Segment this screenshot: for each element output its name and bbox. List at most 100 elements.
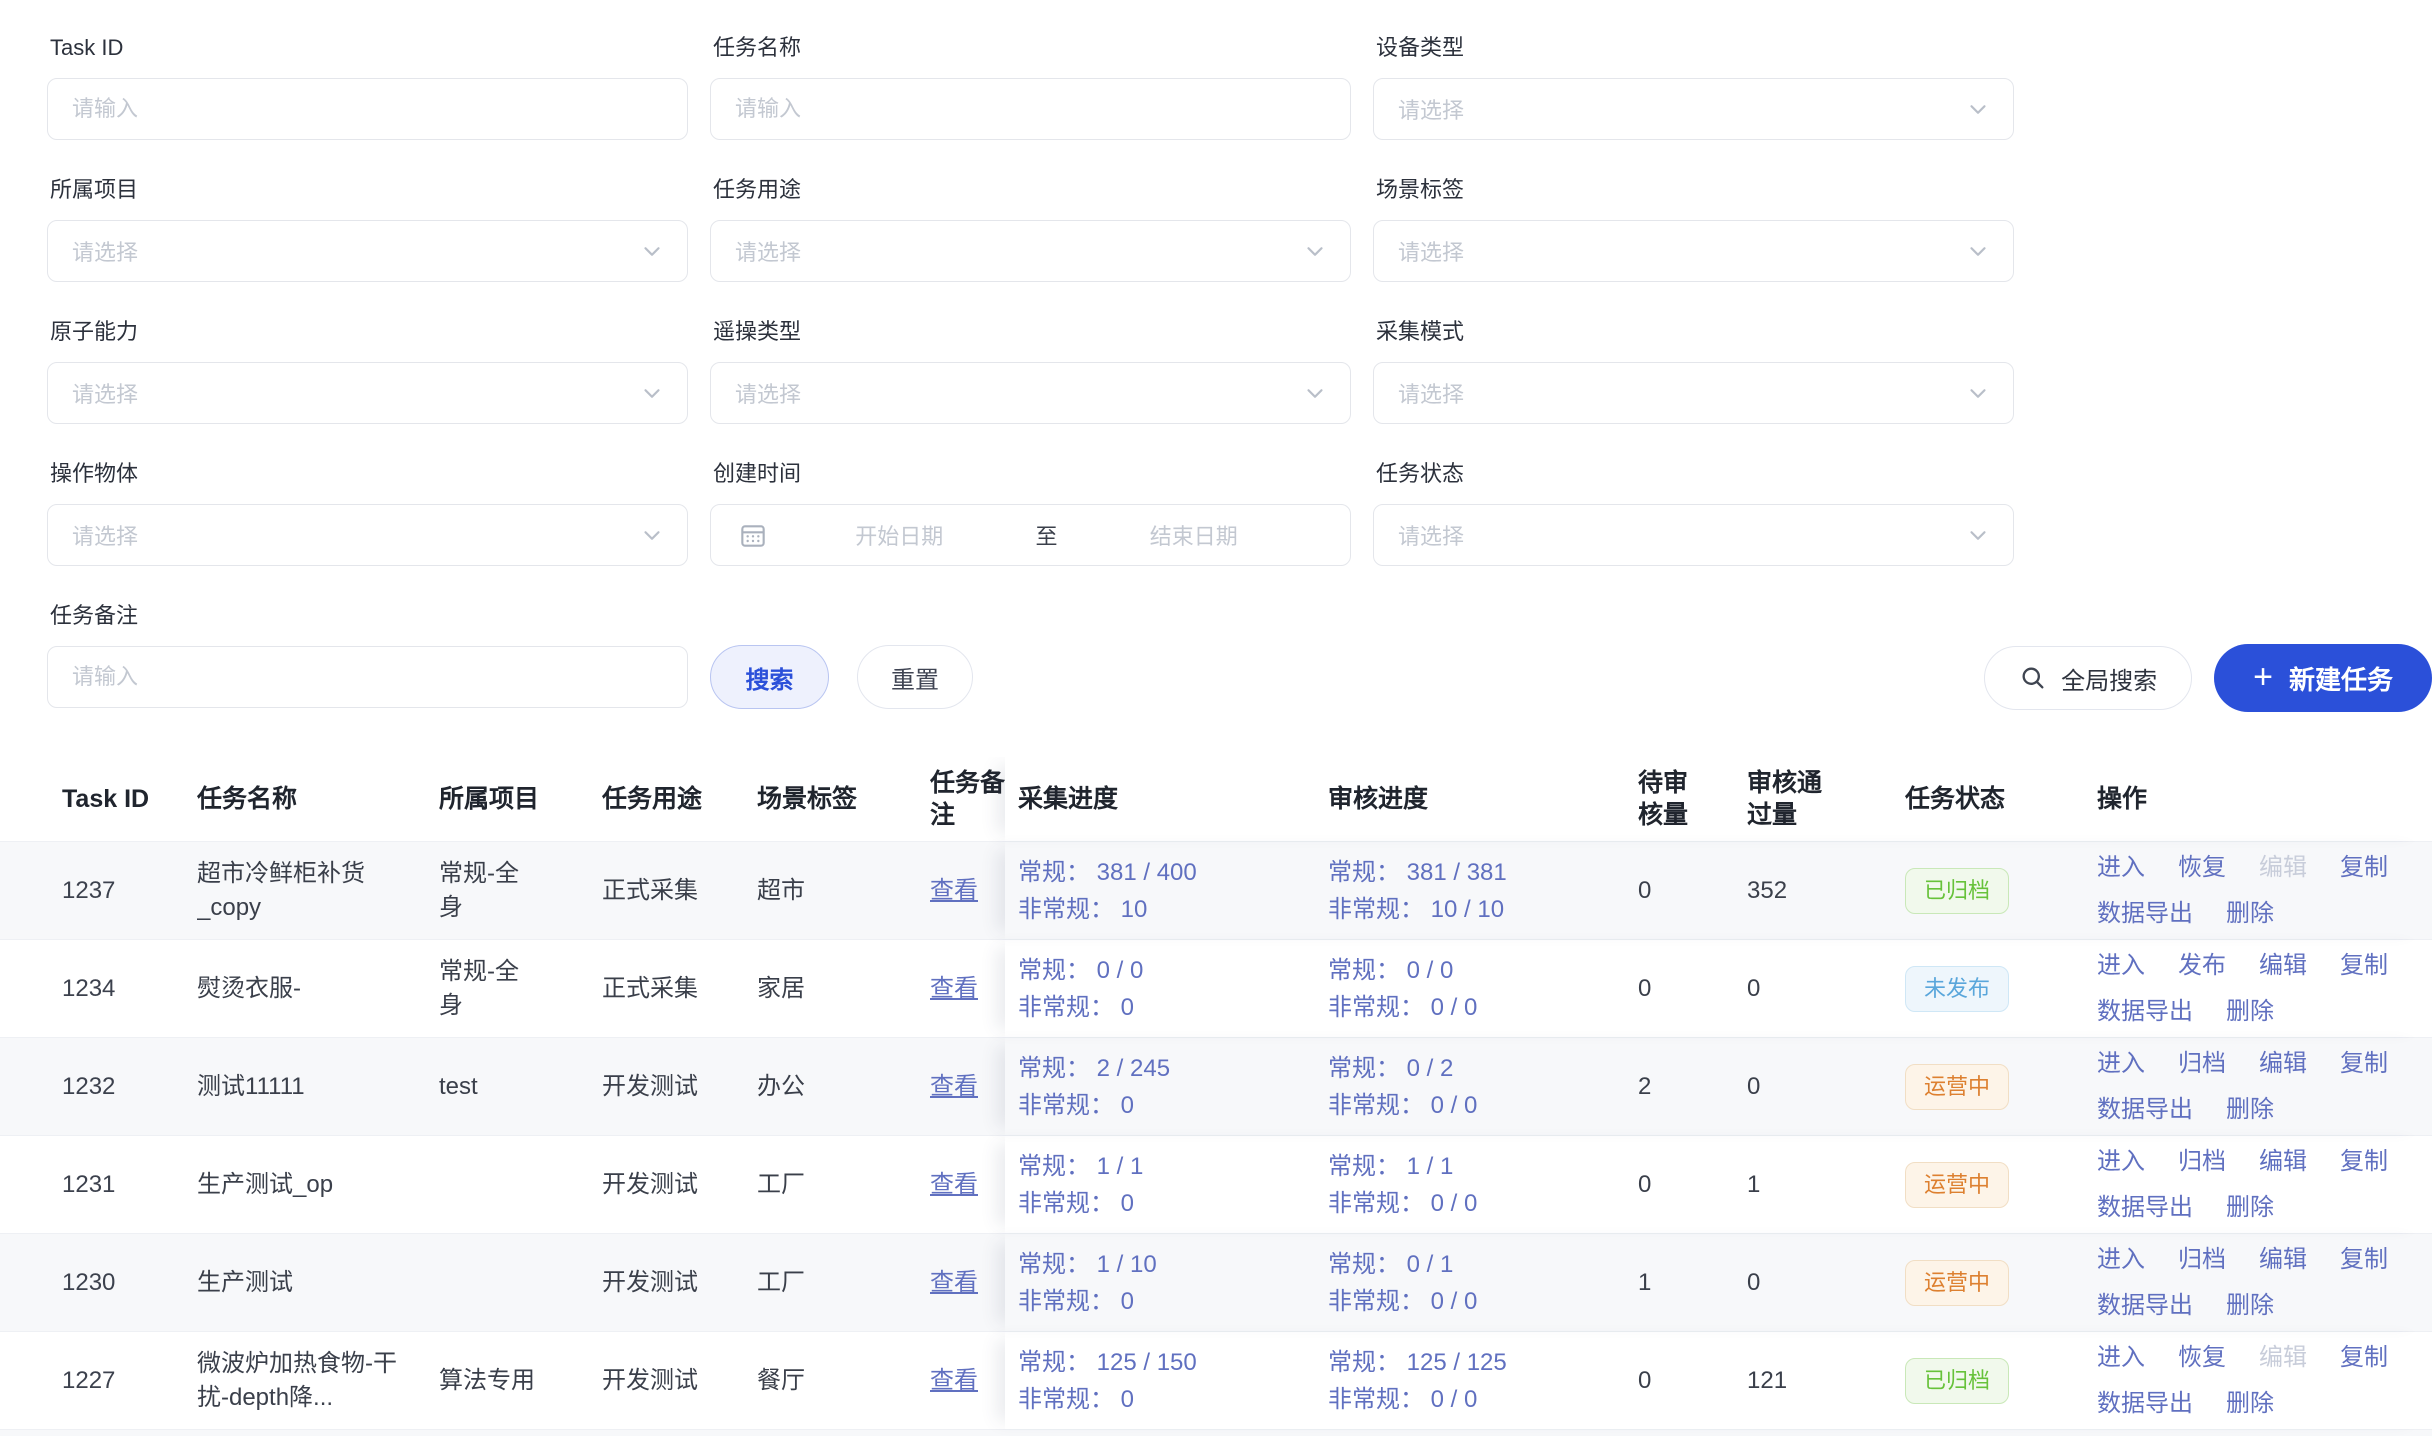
op-link[interactable]: 复制 bbox=[2340, 851, 2388, 885]
status-badge: 已归档 bbox=[1905, 868, 2009, 914]
project-select[interactable]: 请选择 bbox=[47, 220, 688, 282]
scene-cell: 超市 bbox=[757, 842, 930, 939]
status-cell: 已归档 bbox=[1905, 842, 2097, 939]
task-id-cell: 1230 bbox=[62, 1234, 197, 1331]
view-remark-link[interactable]: 查看 bbox=[930, 874, 978, 908]
project-text: test bbox=[439, 1070, 478, 1104]
view-remark-link[interactable]: 查看 bbox=[930, 1364, 978, 1398]
view-remark-link[interactable]: 查看 bbox=[930, 972, 978, 1006]
scene-tag-select[interactable]: 请选择 bbox=[1373, 220, 2014, 282]
review-cell: 常规： 1 / 1 非常规： 0 / 0 bbox=[1328, 1136, 1638, 1233]
op-link[interactable]: 进入 bbox=[2097, 1341, 2145, 1375]
review-cell: 常规： 0 / 1 非常规： 0 / 0 bbox=[1328, 1234, 1638, 1331]
op-disabled-link: 编辑 bbox=[2259, 851, 2307, 885]
status-cell: 运营中 bbox=[1905, 1136, 2097, 1233]
task-remark-input[interactable] bbox=[47, 646, 688, 708]
collect-progress: 常规： 381 / 400 非常规： 10 bbox=[1018, 854, 1197, 928]
ops-cell: 进入恢复编辑复制数据导出删除 bbox=[2097, 842, 2419, 939]
global-search-button[interactable]: 全局搜索 bbox=[1984, 646, 2192, 710]
review-progress: 常规： 125 / 125 非常规： 0 / 0 bbox=[1328, 1344, 1507, 1418]
task-id-input[interactable] bbox=[47, 78, 688, 140]
op-link[interactable]: 编辑 bbox=[2259, 1243, 2307, 1277]
status-badge: 已归档 bbox=[1905, 1358, 2009, 1404]
collect-mode-select[interactable]: 请选择 bbox=[1373, 362, 2014, 424]
global-search-label: 全局搜索 bbox=[2061, 661, 2157, 696]
project-cell: 常规-全身 bbox=[439, 842, 602, 939]
op-link[interactable]: 删除 bbox=[2226, 897, 2274, 931]
filter-grid: Task ID任务名称设备类型请选择所属项目请选择任务用途请选择场景标签请选择原… bbox=[47, 34, 2432, 566]
op-link[interactable]: 删除 bbox=[2226, 1093, 2274, 1127]
op-link[interactable]: 发布 bbox=[2178, 949, 2226, 983]
collect-progress: 常规： 1 / 10 非常规： 0 bbox=[1018, 1246, 1157, 1320]
op-link[interactable]: 进入 bbox=[2097, 851, 2145, 885]
op-link[interactable]: 数据导出 bbox=[2097, 1387, 2193, 1421]
filter-field-task-name: 任务名称 bbox=[710, 34, 1351, 140]
task-status-label: 任务状态 bbox=[1376, 460, 2014, 488]
status-badge: 运营中 bbox=[1905, 1260, 2009, 1306]
op-link[interactable]: 归档 bbox=[2178, 1145, 2226, 1179]
reset-button[interactable]: 重置 bbox=[857, 645, 973, 709]
filter-field-create-time: 创建时间开始日期至结束日期 bbox=[710, 460, 1351, 566]
teleop-type-select[interactable]: 请选择 bbox=[710, 362, 1351, 424]
op-link[interactable]: 归档 bbox=[2178, 1243, 2226, 1277]
remark-field-slot: 任务备注 bbox=[47, 602, 688, 708]
search-button[interactable]: 搜索 bbox=[710, 645, 829, 709]
op-link[interactable]: 进入 bbox=[2097, 1047, 2145, 1081]
col-header-approved: 审核通 过量 bbox=[1747, 757, 1905, 841]
op-link[interactable]: 数据导出 bbox=[2097, 1191, 2193, 1225]
status-badge: 运营中 bbox=[1905, 1162, 2009, 1208]
pending-count-cell: 0 bbox=[1638, 842, 1747, 939]
op-link[interactable]: 复制 bbox=[2340, 1145, 2388, 1179]
create-time-daterange[interactable]: 开始日期至结束日期 bbox=[710, 504, 1351, 566]
op-link[interactable]: 进入 bbox=[2097, 949, 2145, 983]
view-remark-link[interactable]: 查看 bbox=[930, 1266, 978, 1300]
op-link[interactable]: 数据导出 bbox=[2097, 897, 2193, 931]
filter-panel: Task ID任务名称设备类型请选择所属项目请选择任务用途请选择场景标签请选择原… bbox=[0, 0, 2432, 709]
project-label: 所属项目 bbox=[50, 176, 688, 204]
task-name-input[interactable] bbox=[710, 78, 1351, 140]
op-link[interactable]: 复制 bbox=[2340, 1243, 2388, 1277]
pending-count-cell: 0 bbox=[1638, 940, 1747, 1037]
create-task-button[interactable]: + 新建任务 bbox=[2214, 644, 2432, 712]
review-cell: 常规： 381 / 381 非常规： 10 / 10 bbox=[1328, 842, 1638, 939]
col-header-remark: 任务备注 bbox=[930, 757, 1005, 841]
atomic-ability-select[interactable]: 请选择 bbox=[47, 362, 688, 424]
device-type-placeholder: 请选择 bbox=[1398, 93, 1464, 125]
op-link[interactable]: 归档 bbox=[2178, 1047, 2226, 1081]
review-progress: 常规： 0 / 2 非常规： 0 / 0 bbox=[1328, 1050, 1477, 1124]
op-link[interactable]: 复制 bbox=[2340, 1341, 2388, 1375]
create-time-separator: 至 bbox=[1030, 519, 1064, 551]
op-link[interactable]: 删除 bbox=[2226, 1191, 2274, 1225]
remark-cell: 查看 bbox=[930, 1038, 1005, 1135]
device-type-select[interactable]: 请选择 bbox=[1373, 78, 2014, 140]
op-link[interactable]: 编辑 bbox=[2259, 1145, 2307, 1179]
op-link[interactable]: 编辑 bbox=[2259, 1047, 2307, 1081]
task-name-text: 生产测试_op bbox=[197, 1168, 333, 1202]
task-status-select[interactable]: 请选择 bbox=[1373, 504, 2014, 566]
view-remark-link[interactable]: 查看 bbox=[930, 1070, 978, 1104]
view-remark-link[interactable]: 查看 bbox=[930, 1168, 978, 1202]
op-link[interactable]: 数据导出 bbox=[2097, 1093, 2193, 1127]
operate-object-placeholder: 请选择 bbox=[72, 519, 138, 551]
create-task-label: 新建任务 bbox=[2289, 660, 2393, 697]
row-left: 1227微波炉加热食物-干扰-depth降...算法专用开发测试餐厅查看 bbox=[0, 1332, 1005, 1429]
op-link[interactable]: 恢复 bbox=[2178, 851, 2226, 885]
project-cell bbox=[439, 1234, 602, 1331]
op-link[interactable]: 复制 bbox=[2340, 1047, 2388, 1081]
op-link[interactable]: 复制 bbox=[2340, 949, 2388, 983]
filter-field-device-type: 设备类型请选择 bbox=[1373, 34, 2014, 140]
op-link[interactable]: 恢复 bbox=[2178, 1341, 2226, 1375]
op-link[interactable]: 删除 bbox=[2226, 1387, 2274, 1421]
op-link[interactable]: 数据导出 bbox=[2097, 1289, 2193, 1323]
col-header-ops: 操作 bbox=[2097, 757, 2419, 841]
op-link[interactable]: 数据导出 bbox=[2097, 995, 2193, 1029]
op-link[interactable]: 进入 bbox=[2097, 1145, 2145, 1179]
op-link[interactable]: 编辑 bbox=[2259, 949, 2307, 983]
op-link[interactable]: 删除 bbox=[2226, 1289, 2274, 1323]
task-name-text: 生产测试 bbox=[197, 1266, 293, 1300]
operate-object-select[interactable]: 请选择 bbox=[47, 504, 688, 566]
op-link[interactable]: 删除 bbox=[2226, 995, 2274, 1029]
op-link[interactable]: 进入 bbox=[2097, 1243, 2145, 1277]
col-header-name: 任务名称 bbox=[197, 757, 439, 841]
task-purpose-select[interactable]: 请选择 bbox=[710, 220, 1351, 282]
